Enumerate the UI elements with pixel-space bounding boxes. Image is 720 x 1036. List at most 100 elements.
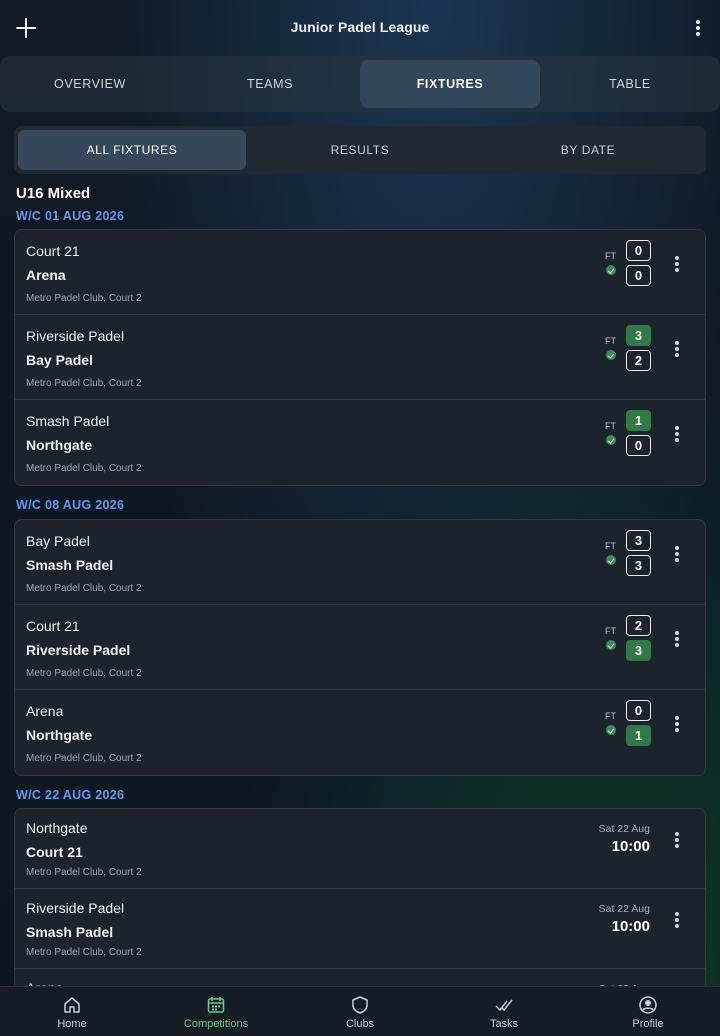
bottom-navigation: Home Competitions Clubs Tasks Profile [0,986,720,1036]
add-icon[interactable] [12,14,40,42]
home-score: 1 [626,410,651,431]
nav-clubs[interactable]: Clubs [288,987,432,1036]
fixture-date: Sat 22 Aug [598,823,650,835]
venue: Metro Padel Club, Court 2 [26,293,142,304]
fixture-filter-tabs: ALL FIXTURES RESULTS BY DATE [14,126,706,174]
week-label: W/C 22 AUG 2026 [16,788,125,802]
home-score: 2 [626,615,651,636]
nav-profile[interactable]: Profile [576,987,720,1036]
venue: Metro Padel Club, Court 2 [26,668,142,679]
full-time-label: FT [605,626,616,636]
app-bar: Junior Padel League [0,0,720,56]
fixture-row[interactable]: Court 21 Riverside Padel Metro Padel Clu… [15,605,705,690]
home-team: Arena [26,703,64,719]
home-score: 3 [626,530,651,551]
home-team: Bay Padel [26,533,90,549]
confirmed-check-icon [606,555,616,565]
shield-icon [352,996,368,1014]
fixture-time: 10:00 [611,838,650,855]
home-icon [64,997,80,1013]
more-options-icon[interactable] [686,16,710,40]
nav-home-label: Home [57,1018,87,1030]
home-team: Northgate [26,820,88,836]
calendar-icon [207,997,225,1013]
away-team: Smash Padel [26,924,114,940]
away-team: Riverside Padel [26,642,131,658]
nav-tasks-label: Tasks [489,1018,519,1030]
away-team: Northgate [26,437,93,453]
venue: Metro Padel Club, Court 2 [26,867,142,878]
subtab-all-fixtures[interactable]: ALL FIXTURES [18,130,246,170]
fixture-row[interactable]: Bay Padel Smash Padel Metro Padel Club, … [15,520,705,605]
nav-profile-label: Profile [632,1018,664,1030]
fixture-row[interactable]: Smash Padel Northgate Metro Padel Club, … [15,400,705,485]
away-team: Arena [26,267,66,283]
fixture-date: Sat 22 Aug [598,903,650,915]
venue: Metro Padel Club, Court 2 [26,947,142,958]
nav-competitions-label: Competitions [183,1018,249,1030]
away-score: 3 [626,640,651,661]
nav-tasks[interactable]: Tasks [432,987,576,1036]
tab-teams[interactable]: TEAMS [180,60,360,108]
confirmed-check-icon [606,640,616,650]
fixture-menu-icon[interactable] [665,712,689,736]
week-label: W/C 01 AUG 2026 [16,209,125,223]
away-score: 0 [626,265,651,286]
fixture-row[interactable]: Riverside Padel Smash Padel Metro Padel … [15,889,705,969]
subtab-by-date[interactable]: BY DATE [474,130,702,170]
full-time-label: FT [605,421,616,431]
full-time-label: FT [605,336,616,346]
home-score: 0 [626,240,651,261]
nav-competitions[interactable]: Competitions [144,987,288,1036]
fixture-row[interactable]: Riverside Padel Bay Padel Metro Padel Cl… [15,315,705,400]
main-tabs: OVERVIEW TEAMS FIXTURES TABLE [0,56,720,112]
tab-table[interactable]: TABLE [540,60,720,108]
week-label: W/C 08 AUG 2026 [16,498,125,512]
away-team: Northgate [26,727,93,743]
away-score: 3 [626,555,651,576]
venue: Metro Padel Club, Court 2 [26,378,142,389]
home-team: Smash Padel [26,413,110,429]
subtab-results[interactable]: RESULTS [246,130,474,170]
full-time-label: FT [605,251,616,261]
fixture-menu-icon[interactable] [665,542,689,566]
fixture-menu-icon[interactable] [665,627,689,651]
fixture-row[interactable]: Arena Northgate Metro Padel Club, Court … [15,690,705,775]
confirmed-check-icon [606,265,616,275]
full-time-label: FT [605,711,616,721]
confirmed-check-icon [606,350,616,360]
venue: Metro Padel Club, Court 2 [26,753,142,764]
tab-fixtures[interactable]: FIXTURES [360,60,540,108]
away-team: Smash Padel [26,557,114,573]
venue: Metro Padel Club, Court 2 [26,583,142,594]
competition-title: U16 Mixed [16,185,91,202]
fixture-menu-icon[interactable] [665,337,689,361]
home-score: 0 [626,700,651,721]
fixture-menu-icon[interactable] [665,828,689,852]
nav-home[interactable]: Home [0,987,144,1036]
fixture-card: Bay Padel Smash Padel Metro Padel Club, … [14,519,706,776]
full-time-label: FT [605,541,616,551]
fixture-menu-icon[interactable] [665,908,689,932]
page-title: Junior Padel League [290,19,430,35]
home-team: Court 21 [26,243,80,259]
confirmed-check-icon [606,725,616,735]
venue: Metro Padel Club, Court 2 [26,463,142,474]
tab-overview[interactable]: OVERVIEW [0,60,180,108]
home-team: Court 21 [26,618,80,634]
home-score: 3 [626,325,651,346]
fixture-menu-icon[interactable] [665,252,689,276]
fixture-row[interactable]: Northgate Court 21 Metro Padel Club, Cou… [15,809,705,889]
confirmed-check-icon [606,435,616,445]
away-team: Court 21 [26,844,83,860]
away-score: 0 [626,435,651,456]
away-team: Bay Padel [26,352,93,368]
fixture-card: Court 21 Arena Metro Padel Club, Court 2… [14,229,706,486]
away-score: 2 [626,350,651,371]
fixture-row[interactable]: Court 21 Arena Metro Padel Club, Court 2… [15,230,705,315]
away-score: 1 [626,725,651,746]
fixture-menu-icon[interactable] [665,422,689,446]
nav-clubs-label: Clubs [345,1018,375,1030]
double-check-icon [495,999,513,1012]
profile-icon [639,996,657,1014]
